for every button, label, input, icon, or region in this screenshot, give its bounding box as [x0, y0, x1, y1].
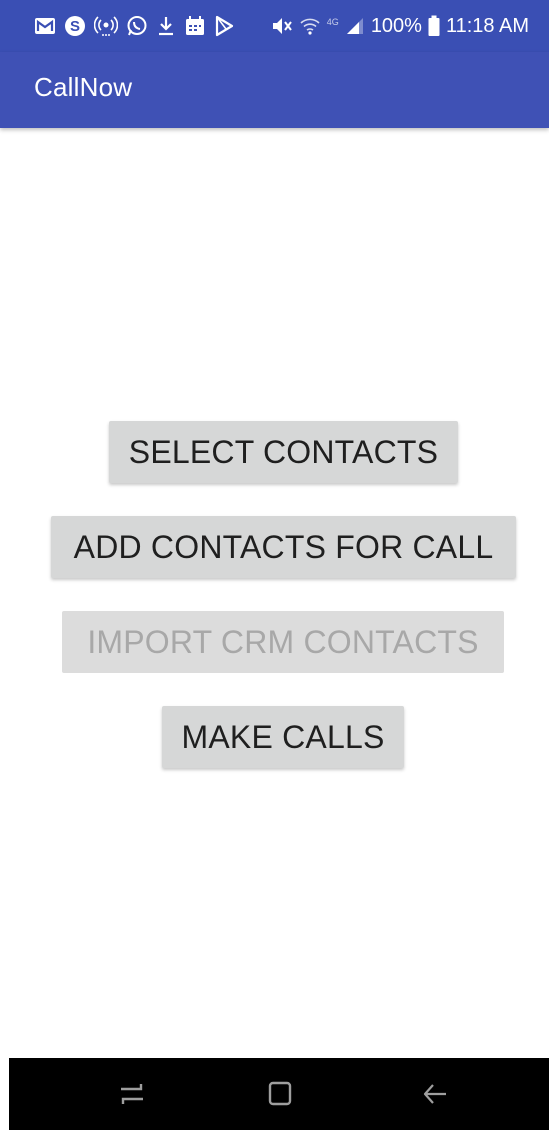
signal-icon [345, 16, 365, 36]
status-bar: S 4G 100% 11:18 AM [0, 0, 549, 52]
select-contacts-button[interactable]: SELECT CONTACTS [109, 421, 458, 483]
screen: S 4G 100% 11:18 AM CallNow SELECT CONTAC… [0, 0, 549, 1130]
battery-icon [428, 15, 440, 37]
download-icon [156, 15, 176, 37]
import-crm-contacts-button[interactable]: IMPORT CRM CONTACTS [62, 611, 504, 673]
hotspot-icon [94, 15, 118, 37]
back-icon[interactable] [415, 1078, 455, 1110]
add-contacts-for-call-button[interactable]: ADD CONTACTS FOR CALL [51, 516, 516, 578]
battery-percent: 100% [370, 14, 422, 37]
make-calls-button[interactable]: MAKE CALLS [162, 706, 404, 768]
network-type: 4G [326, 17, 339, 27]
svg-text:S: S [70, 18, 80, 35]
app-bar: CallNow [0, 52, 549, 128]
recents-icon[interactable] [112, 1078, 152, 1110]
home-icon[interactable] [260, 1078, 300, 1110]
wifi-icon [299, 15, 321, 37]
gmail-icon [34, 16, 56, 36]
system-status: 4G 100% 11:18 AM [271, 12, 529, 40]
app-title: CallNow [34, 72, 133, 102]
notification-icons: S [34, 12, 234, 40]
play-store-icon [214, 15, 234, 37]
calendar-icon [184, 15, 206, 37]
mute-icon [271, 15, 293, 37]
skype-icon: S [64, 15, 86, 37]
whatsapp-icon [126, 15, 148, 37]
clock: 11:18 AM [445, 14, 529, 37]
navigation-bar [9, 1058, 549, 1130]
